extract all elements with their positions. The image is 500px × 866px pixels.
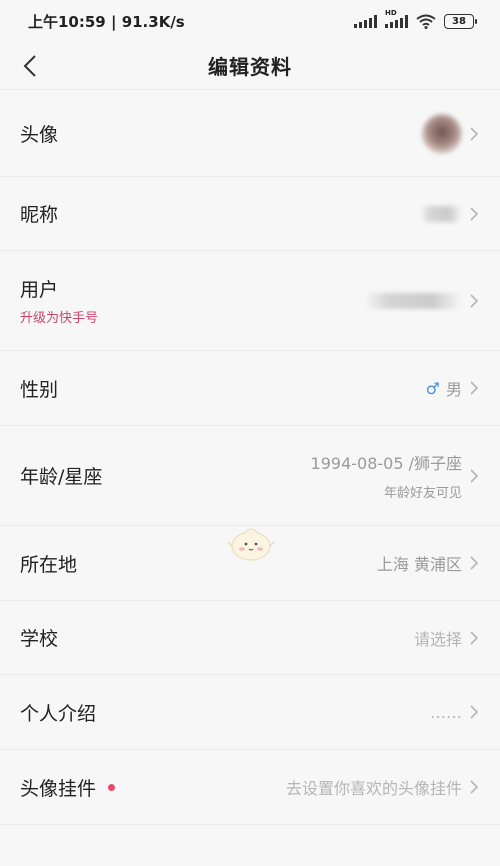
chevron-right-icon [470,780,479,794]
user-id-value-blurred [364,292,462,309]
row-user[interactable]: 用户 升级为快手号 [0,251,500,351]
school-placeholder: 请选择 [413,629,462,649]
row-intro[interactable]: 个人介绍 …… [0,675,500,750]
chevron-right-icon [470,126,479,141]
row-label-gender: 性别 [20,378,59,401]
pendant-placeholder: 去设置你喜欢的头像挂件 [285,779,462,798]
chevron-right-icon [470,293,479,308]
row-school[interactable]: 学校 请选择 [0,601,500,675]
page-title: 编辑资料 [208,55,292,79]
row-avatar[interactable]: 头像 [0,91,500,177]
chevron-right-icon [470,468,479,483]
title-bar: 编辑资料 [0,42,500,90]
row-location[interactable]: 所在地 上海 黄浦区 [0,526,500,601]
chevron-right-icon [470,705,479,719]
intro-value: …… [430,702,462,722]
status-divider: | [110,12,122,31]
location-value: 上海 黄浦区 [376,555,462,574]
birthday-value: 1994-08-05 /狮子座 [310,454,462,473]
status-speed: 91.3K/s [121,12,185,31]
new-badge-dot [108,783,116,791]
status-right: HD 38 [354,9,477,29]
chevron-right-icon [470,556,479,570]
row-label-age: 年龄/星座 [20,466,103,488]
status-time: 上午10:59 [28,12,106,31]
wifi-icon [416,14,436,29]
upgrade-kuaishou-link[interactable]: 升级为快手号 [20,307,98,326]
signal-icon [354,14,377,28]
battery-level: 38 [452,15,466,27]
signal-hd-icon: HD [385,9,408,28]
gender-value: 男 [445,380,462,399]
avatar [422,113,462,154]
nickname-value-blurred [420,205,462,222]
row-age[interactable]: 年龄/星座 1994-08-05 /狮子座 年龄好友可见 [0,426,500,526]
status-bar: 上午10:59 | 91.3K/s HD 38 [0,0,500,42]
row-gender[interactable]: 性别 ♂ 男 [0,351,500,426]
chevron-right-icon [470,206,479,221]
chevron-right-icon [470,381,479,395]
row-label-pendant: 头像挂件 [20,777,97,800]
back-button[interactable] [14,50,46,82]
row-label-user: 用户 [20,279,59,301]
chevron-right-icon [470,630,479,645]
back-arrow-icon [23,55,36,77]
male-icon: ♂ [425,378,440,398]
row-label-nickname: 昵称 [20,204,59,226]
row-avatar-pendant[interactable]: 头像挂件 去设置你喜欢的头像挂件 [0,750,500,825]
battery-icon: 38 [444,13,477,29]
status-left: 上午10:59 | 91.3K/s [28,11,185,32]
row-label-location: 所在地 [20,553,78,576]
age-visibility-note: 年龄好友可见 [383,486,462,501]
row-label-intro: 个人介绍 [20,702,97,725]
row-nickname[interactable]: 昵称 [0,177,500,251]
hd-label: HD [385,9,397,17]
row-label-avatar: 头像 [20,124,59,146]
row-label-school: 学校 [20,628,59,650]
